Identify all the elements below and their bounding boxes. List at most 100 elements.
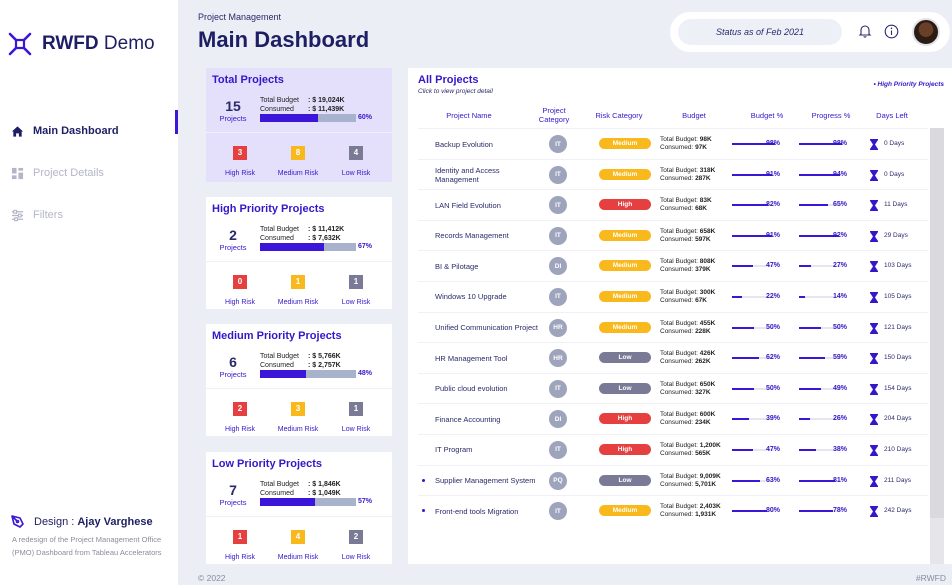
project-name[interactable]: Finance Accounting	[435, 404, 545, 434]
table-row[interactable]: Windows 10 Upgrade IT Medium Total Budget: …	[418, 280, 928, 312]
project-name[interactable]: Backup Evolution	[435, 129, 545, 159]
low-risk-count[interactable]: 4 Low Risk	[326, 142, 386, 177]
medium-risk-count[interactable]: 8 Medium Risk	[268, 142, 328, 177]
project-name[interactable]: Windows 10 Upgrade	[435, 282, 545, 312]
progress-pct: 14%	[833, 292, 848, 300]
table-row[interactable]: Front-end tools Migration IT Medium Total B…	[418, 495, 928, 526]
category-badge: IT	[549, 196, 567, 215]
consumption-pct: 67%	[358, 243, 373, 250]
low-risk-count[interactable]: 1 Low Risk	[326, 398, 386, 433]
column-header-risk-category[interactable]: Risk Category	[586, 102, 652, 128]
medium-risk-count[interactable]: 1 Medium Risk	[268, 271, 328, 306]
project-name[interactable]: HR Management Tool	[435, 343, 545, 373]
progress-pct: 27%	[833, 262, 848, 270]
days-left: 242 Days	[884, 507, 912, 515]
budget-cell: Total Budget: 2,403K Consumed: 1,931K	[660, 503, 721, 519]
consumption-bar-fill	[260, 498, 315, 506]
project-count-label: Projects	[219, 243, 247, 252]
high-risk-count[interactable]: 3 High Risk	[210, 142, 270, 177]
project-name[interactable]: Unified Communication Project	[435, 313, 545, 343]
summary-card[interactable]: Total Projects 15 Projects Total Budget: $ …	[206, 68, 392, 182]
summary-card[interactable]: Medium Priority Projects 6 Projects Total B…	[206, 324, 392, 436]
table-row[interactable]: IT Program IT High Total Budget: 1,200K Cons…	[418, 433, 928, 465]
brand-logo[interactable]: RWFD Demo	[6, 30, 155, 58]
category-badge: DI	[549, 257, 567, 276]
column-header-budget[interactable]: Budget	[658, 102, 730, 128]
column-header-project-name[interactable]: Project Name	[426, 102, 512, 128]
sidebar-item-main-dashboard[interactable]: Main Dashboard	[0, 110, 178, 152]
table-row[interactable]: Backup Evolution IT Medium Total Budget: 98…	[418, 128, 928, 159]
days-left: 0 Days	[884, 140, 905, 147]
budget-pct: 91%	[766, 170, 781, 178]
risk-badge: High	[599, 199, 651, 211]
table-row[interactable]: Identity and Access Management IT Medium To…	[418, 158, 928, 190]
project-name[interactable]: Identity and Access Management	[435, 160, 545, 190]
progress-pct-bar-fill	[799, 448, 816, 451]
column-header-project-category[interactable]: Project Category	[534, 102, 574, 128]
table-row[interactable]: Public cloud evolution IT Low Total Budget:…	[418, 372, 928, 404]
table-row[interactable]: BI & Pilotage DI Medium Total Budget: 808K C…	[418, 250, 928, 281]
summary-card[interactable]: High Priority Projects 2 Projects Total Bud…	[206, 197, 392, 309]
column-header-progress-pct[interactable]: Progress %	[802, 102, 860, 128]
progress-pct-bar-fill	[799, 357, 825, 360]
medium-risk-count[interactable]: 3 Medium Risk	[268, 398, 328, 433]
avatar[interactable]	[912, 18, 940, 46]
status-text: Status as of Feb 2021	[678, 19, 842, 45]
budget-pct-bar-fill	[732, 387, 754, 390]
budget-cell: Total Budget: 1,200K Consumed: 565K	[660, 441, 721, 457]
project-name[interactable]: Public cloud evolution	[435, 374, 545, 404]
project-name[interactable]: BI & Pilotage	[435, 251, 545, 281]
risk-badge: Medium	[599, 260, 651, 272]
breadcrumb[interactable]: Project Management	[198, 12, 281, 22]
high-risk-count[interactable]: 0 High Risk	[210, 271, 270, 306]
project-name[interactable]: Supplier Management System	[435, 466, 545, 496]
budget-cell: Total Budget: 300K Consumed: 67K	[660, 288, 716, 304]
high-risk-count[interactable]: 2 High Risk	[210, 398, 270, 433]
consumption-pct: 57%	[358, 498, 373, 505]
budget-pct-bar-fill	[732, 510, 768, 513]
summary-card[interactable]: Low Priority Projects 7 Projects Total Budg…	[206, 452, 392, 564]
table-row[interactable]: Unified Communication Project HR Medium Tot…	[418, 311, 928, 343]
budget-pct-bar-fill	[732, 265, 753, 268]
project-name[interactable]: Records Management	[435, 221, 545, 251]
category-badge: IT	[549, 502, 567, 521]
table-row[interactable]: LAN Field Evolution IT High Total Budget: 8…	[418, 189, 928, 220]
table-row[interactable]: HR Management Tool HR Low Total Budget: 426…	[418, 342, 928, 373]
project-name[interactable]: Front-end tools Migration	[435, 496, 545, 526]
low-risk-count[interactable]: 2 Low Risk	[326, 526, 386, 561]
category-badge: DI	[549, 410, 567, 429]
column-header-days-left[interactable]: Days Left	[864, 102, 920, 128]
progress-pct-bar-fill	[799, 204, 828, 207]
table-row[interactable]: Supplier Management System PQ Low Total Bud…	[418, 464, 928, 496]
info-icon[interactable]	[884, 24, 899, 39]
progress-pct: 50%	[833, 323, 848, 331]
medium-risk-count[interactable]: 4 Medium Risk	[268, 526, 328, 561]
consumption-bar-fill	[260, 370, 307, 378]
hourglass-icon	[870, 383, 878, 395]
table-row[interactable]: Finance Accounting DI High Total Budget: 60…	[418, 403, 928, 434]
budget-cell: Total Budget: 650K Consumed: 327K	[660, 380, 716, 396]
project-count: 7	[229, 482, 237, 498]
category-badge: IT	[549, 440, 567, 459]
risk-badge: Medium	[599, 505, 651, 517]
budget-pct: 39%	[766, 415, 781, 423]
bell-icon[interactable]	[858, 24, 872, 38]
sidebar-item-filters[interactable]: Filters	[0, 194, 178, 236]
budget-pct: 50%	[766, 323, 781, 331]
table-row[interactable]: Records Management IT Medium Total Budget: …	[418, 219, 928, 251]
column-header-budget-pct[interactable]: Budget %	[736, 102, 798, 128]
low-risk-count[interactable]: 1 Low Risk	[326, 271, 386, 306]
scrollbar-thumb[interactable]	[930, 128, 944, 518]
budget-pct-bar-fill	[732, 448, 753, 451]
project-name[interactable]: LAN Field Evolution	[435, 190, 545, 220]
high-risk-count[interactable]: 1 High Risk	[210, 526, 270, 561]
progress-pct: 92%	[833, 231, 848, 239]
sidebar-item-project-details[interactable]: Project Details	[0, 152, 178, 194]
project-name[interactable]: IT Program	[435, 435, 545, 465]
risk-badge: Medium	[599, 290, 651, 302]
risk-badge: Medium	[599, 229, 651, 241]
risk-badge: Medium	[599, 321, 651, 333]
home-icon	[10, 124, 24, 138]
brand-name: RWFD Demo	[42, 33, 155, 54]
all-projects-title: All Projects	[418, 74, 479, 86]
